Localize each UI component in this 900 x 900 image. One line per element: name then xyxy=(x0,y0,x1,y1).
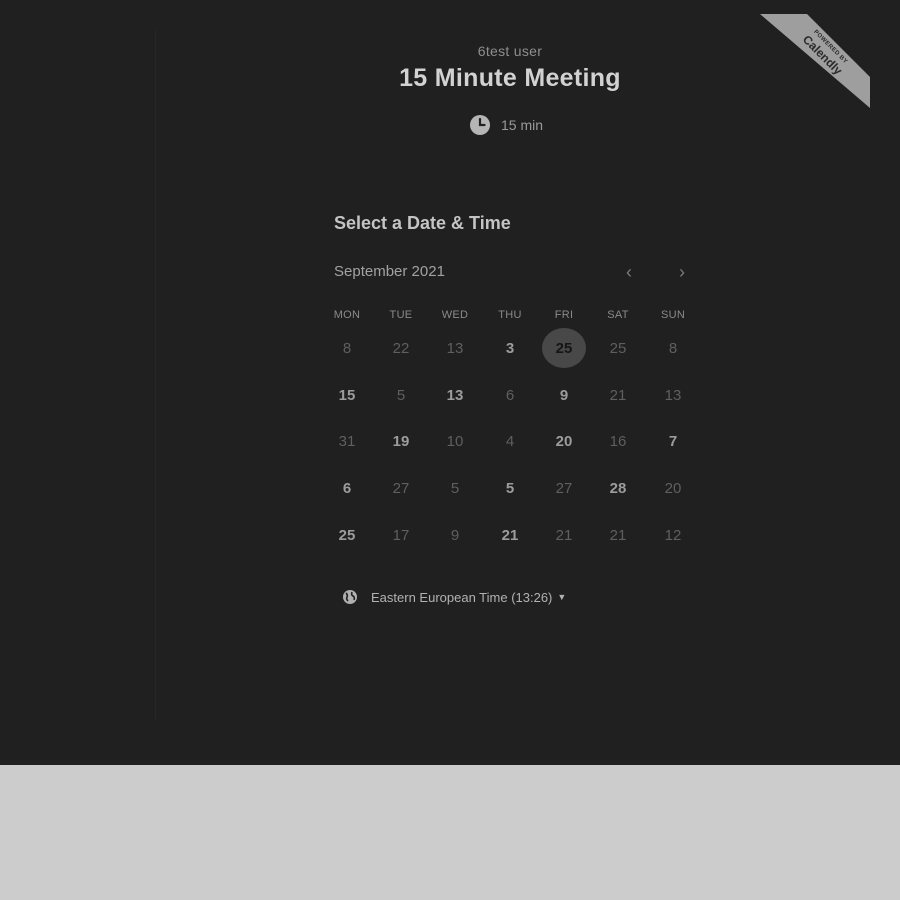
available-date-button[interactable]: 19 xyxy=(379,421,423,461)
weekday-tue: TUE xyxy=(389,309,413,321)
calendar-day: 25 xyxy=(609,339,627,357)
caret-down-icon: ▼ xyxy=(557,592,567,602)
calendar-day: 17 xyxy=(392,526,410,544)
chevron-left-icon: ‹ xyxy=(626,261,632,282)
selected-date-button[interactable]: 25 xyxy=(542,328,586,368)
calendar-day: 5 xyxy=(396,386,406,404)
calendar-day: 13 xyxy=(664,386,682,404)
chevron-right-icon: › xyxy=(679,261,685,282)
weekday-thu: THU xyxy=(498,309,522,321)
previous-month-button[interactable]: ‹ xyxy=(619,262,639,282)
month-label: September 2021 xyxy=(334,263,445,280)
calendar-day: 8 xyxy=(342,339,352,357)
select-date-heading: Select a Date & Time xyxy=(334,213,511,233)
calendar-day: 12 xyxy=(664,526,682,544)
available-date-button[interactable]: 7 xyxy=(651,421,695,461)
available-date-button[interactable]: 20 xyxy=(542,421,586,461)
calendar-day: 21 xyxy=(609,526,627,544)
calendar-day: 8 xyxy=(668,339,678,357)
duration-label: 15 min xyxy=(501,117,544,133)
globe-icon xyxy=(343,590,357,604)
weekday-sat: SAT xyxy=(607,309,629,321)
available-date-button[interactable]: 25 xyxy=(325,515,369,555)
available-date-button[interactable]: 13 xyxy=(433,375,477,415)
available-date-button[interactable]: 5 xyxy=(488,468,532,508)
calendar-day: 16 xyxy=(609,432,627,450)
available-date-button[interactable]: 9 xyxy=(542,375,586,415)
weekday-fri: FRI xyxy=(554,309,574,321)
duration-info: 15 min xyxy=(469,114,543,136)
available-date-button[interactable]: 21 xyxy=(488,515,532,555)
timezone-label: Eastern European Time (13:26) xyxy=(371,589,553,605)
clock-icon xyxy=(470,115,490,135)
next-month-button[interactable]: › xyxy=(672,262,692,282)
calendar-day: 4 xyxy=(505,432,515,450)
powered-by-calendly-badge[interactable]: POWERED BY Calendly xyxy=(740,0,900,120)
calendar-day: 9 xyxy=(450,526,460,544)
calendar-day: 6 xyxy=(505,386,515,404)
calendar-day: 21 xyxy=(609,386,627,404)
calendar-day: 5 xyxy=(450,479,460,497)
weekday-wed: WED xyxy=(441,309,469,321)
available-date-button[interactable]: 15 xyxy=(325,375,369,415)
calendar-day: 21 xyxy=(555,526,573,544)
weekday-sun: SUN xyxy=(660,309,686,321)
weekday-mon: MON xyxy=(333,309,361,321)
available-date-button[interactable]: 28 xyxy=(596,468,640,508)
available-date-button[interactable]: 3 xyxy=(488,328,532,368)
calendar-day: 27 xyxy=(555,479,573,497)
timezone-selector[interactable]: Eastern European Time (13:26) ▼ xyxy=(342,589,566,605)
calendar-day: 27 xyxy=(392,479,410,497)
calendar-day: 31 xyxy=(338,432,356,450)
panel-divider xyxy=(155,30,156,720)
available-date-button[interactable]: 6 xyxy=(325,468,369,508)
calendar-day: 20 xyxy=(664,479,682,497)
calendar-day: 13 xyxy=(446,339,464,357)
calendar-day: 10 xyxy=(446,432,464,450)
calendar-day: 22 xyxy=(392,339,410,357)
